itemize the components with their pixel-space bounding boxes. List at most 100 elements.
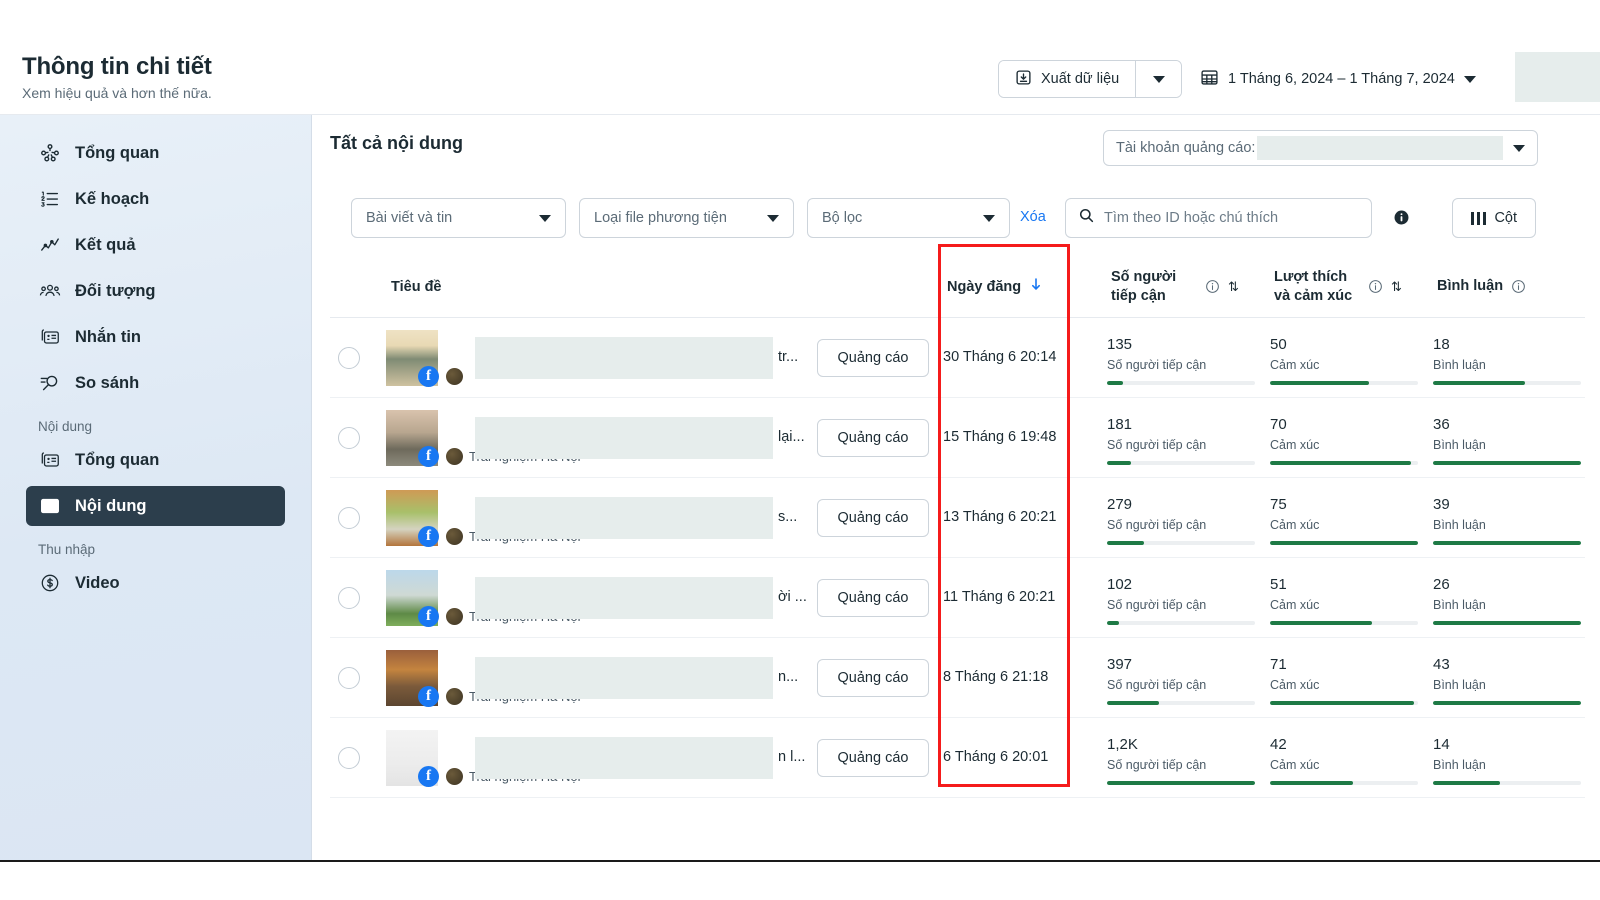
search-box[interactable]	[1065, 198, 1372, 238]
column-header-comments[interactable]: Bình luận	[1437, 255, 1526, 318]
row-select-radio[interactable]	[338, 666, 360, 689]
sidebar-item-content-tong-quan[interactable]: Tổng quan	[26, 440, 285, 480]
metric-reactions-label: Cảm xúc	[1270, 598, 1320, 612]
metric-reach-label: Số người tiếp cận	[1107, 358, 1207, 372]
info-circle-icon[interactable]	[1205, 279, 1220, 294]
sidebar-item-label: Kết quả	[75, 235, 136, 254]
row-post-date: 8 Tháng 6 21:18	[943, 668, 1049, 685]
metric-reach-bar-fill	[1107, 621, 1119, 625]
metric-reactions-bar	[1270, 461, 1418, 465]
sidebar-item-doi-tuong[interactable]: Đối tượng	[26, 271, 285, 311]
promote-button[interactable]: Quảng cáo	[817, 418, 929, 457]
row-select-radio[interactable]	[338, 586, 360, 609]
filter-select[interactable]: Bộ lọc	[807, 198, 1010, 238]
clear-filters-link[interactable]: Xóa	[1020, 209, 1046, 225]
row-select-radio[interactable]	[338, 746, 360, 769]
media-type-select[interactable]: Loại file phương tiện	[579, 198, 794, 238]
metric-reach: 135 Số người tiếp cận	[1107, 336, 1255, 385]
table-grid-icon	[38, 495, 61, 518]
metric-reach-value: 135	[1107, 336, 1133, 353]
sidebar-item-ket-qua[interactable]: Kết quả	[26, 225, 285, 265]
content-table: Tiêu đề Ngày đăng Số người tiếp cận ⇅ Lư…	[330, 255, 1585, 798]
table-row[interactable]: f Trải nghiệm Hà Nội lại... Quảng cáo 15…	[330, 398, 1585, 478]
metric-reach-label: Số người tiếp cận	[1107, 438, 1207, 452]
metric-reach-bar	[1107, 621, 1255, 625]
table-body: f tr... Quảng cáo 30 Tháng 6 20:14 135 S…	[330, 318, 1585, 798]
redacted-ad-account-value	[1257, 136, 1503, 160]
promote-button[interactable]: Quảng cáo	[817, 498, 929, 537]
column-header-reactions[interactable]: Lượt thích và cảm xúc ⇅	[1274, 255, 1402, 318]
chevron-down-icon	[983, 214, 995, 222]
info-circle-icon[interactable]	[1368, 279, 1383, 294]
ordered-list-icon	[38, 188, 61, 211]
metric-reactions-bar-fill	[1270, 781, 1353, 785]
redacted-post-caption	[475, 656, 773, 699]
row-select-radio[interactable]	[338, 346, 360, 369]
table-row[interactable]: f Trải nghiệm Hà Nội s... Quảng cáo 13 T…	[330, 478, 1585, 558]
page-bottom-area	[0, 862, 1600, 900]
metric-comments: 14 Bình luận	[1433, 736, 1581, 785]
dollar-circle-icon	[38, 572, 61, 595]
content-section-title: Tất cả nội dung	[330, 133, 463, 153]
sidebar-item-label: Video	[75, 573, 120, 592]
page-subtitle: Xem hiệu quả và hơn thế nữa.	[22, 85, 212, 101]
sidebar-item-nhan-tin[interactable]: Nhắn tin	[26, 317, 285, 357]
sidebar-item-label: So sánh	[75, 373, 140, 392]
info-circle-icon[interactable]	[1511, 279, 1526, 294]
ad-account-select[interactable]: Tài khoản quảng cáo:	[1103, 130, 1538, 166]
post-type-select[interactable]: Bài viết và tin	[351, 198, 566, 238]
metric-comments-bar-fill	[1433, 541, 1581, 545]
chevron-down-icon	[767, 214, 779, 222]
metric-reactions-bar	[1270, 701, 1418, 705]
page-title: Thông tin chi tiết	[22, 53, 212, 80]
search-info-icon[interactable]	[1393, 209, 1410, 226]
sidebar-item-video[interactable]: Video	[26, 563, 285, 603]
promote-button[interactable]: Quảng cáo	[817, 338, 929, 377]
date-range-picker[interactable]: 1 Tháng 6, 2024 – 1 Tháng 7, 2024	[1200, 60, 1476, 98]
row-post-date: 13 Tháng 6 20:21	[943, 508, 1057, 525]
metric-reactions-bar-fill	[1270, 461, 1411, 465]
search-input[interactable]	[1104, 210, 1359, 226]
sidebar-item-tong-quan[interactable]: Tổng quan	[26, 133, 285, 173]
columns-icon	[1470, 211, 1487, 225]
columns-button[interactable]: Cột	[1452, 198, 1536, 238]
table-row[interactable]: f Trải nghiệm Hà Nội ời ... Quảng cáo 11…	[330, 558, 1585, 638]
main-content: Tất cả nội dung Tài khoản quảng cáo: Bài…	[313, 115, 1600, 860]
metric-reach: 1,2K Số người tiếp cận	[1107, 736, 1255, 785]
sidebar-item-label: Kế hoạch	[75, 189, 150, 208]
metric-reach: 279 Số người tiếp cận	[1107, 496, 1255, 545]
sidebar-item-ke-hoach[interactable]: Kế hoạch	[26, 179, 285, 219]
table-row[interactable]: f Trải nghiệm Hà Nội n... Quảng cáo 8 Th…	[330, 638, 1585, 718]
sort-updown-icon[interactable]: ⇅	[1391, 279, 1402, 295]
metric-reach-label: Số người tiếp cận	[1107, 758, 1207, 772]
metric-reactions: 42 Cảm xúc	[1270, 736, 1418, 785]
promote-button[interactable]: Quảng cáo	[817, 658, 929, 697]
metric-comments-value: 14	[1433, 736, 1450, 753]
magnifier-compare-icon	[38, 372, 61, 395]
sidebar-item-so-sanh[interactable]: So sánh	[26, 363, 285, 403]
row-select-radio[interactable]	[338, 506, 360, 529]
table-row[interactable]: f Trải nghiệm Hà Nội n l... Quảng cáo 6 …	[330, 718, 1585, 798]
ad-account-label: Tài khoản quảng cáo:	[1116, 140, 1256, 156]
metric-reach-bar-fill	[1107, 701, 1159, 705]
row-select-radio[interactable]	[338, 426, 360, 449]
column-header-reactions-label: Lượt thích và cảm xúc	[1274, 269, 1353, 304]
column-header-date[interactable]: Ngày đăng	[947, 255, 1043, 318]
sidebar-item-noi-dung[interactable]: Nội dung	[26, 486, 285, 526]
cards-stack-icon	[38, 449, 61, 472]
cards-stack-icon	[38, 326, 61, 349]
metric-reach-label: Số người tiếp cận	[1107, 598, 1207, 612]
metric-comments: 26 Bình luận	[1433, 576, 1581, 625]
column-header-title: Tiêu đề	[391, 278, 442, 295]
export-data-button[interactable]: Xuất dữ liệu	[999, 61, 1136, 97]
insights-page: Thông tin chi tiết Xem hiệu quả và hơn t…	[0, 0, 1600, 862]
metric-comments-bar	[1433, 381, 1581, 385]
metric-reactions-value: 70	[1270, 416, 1287, 433]
post-caption-tail: n l...	[778, 748, 806, 765]
promote-button[interactable]: Quảng cáo	[817, 738, 929, 777]
table-row[interactable]: f tr... Quảng cáo 30 Tháng 6 20:14 135 S…	[330, 318, 1585, 398]
column-header-reach[interactable]: Số người tiếp cận ⇅	[1111, 255, 1239, 318]
promote-button[interactable]: Quảng cáo	[817, 578, 929, 617]
export-dropdown-button[interactable]	[1135, 61, 1182, 97]
sort-updown-icon[interactable]: ⇅	[1228, 279, 1239, 295]
